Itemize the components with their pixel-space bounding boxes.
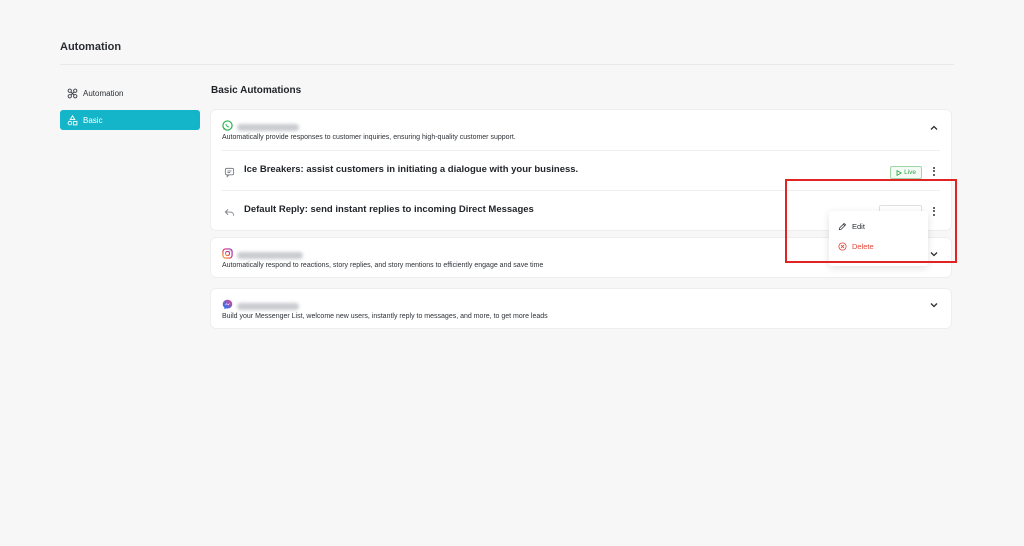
row-title: Ice Breakers: assist customers in initia… <box>244 164 579 175</box>
sidebar-item-automation[interactable]: Automation <box>60 83 200 103</box>
page-title: Automation <box>60 41 122 53</box>
account-name-blurred <box>237 302 299 310</box>
status-label: Live <box>904 169 916 176</box>
card-description: Automatically provide responses to custo… <box>222 134 516 141</box>
shapes-icon <box>66 114 78 126</box>
card-description: Automatically respond to reactions, stor… <box>222 262 544 269</box>
app-shell: Automation Automation Basic Basic Automa… <box>60 0 954 546</box>
highlight-box <box>785 179 957 263</box>
card-description: Build your Messenger List, welcome new u… <box>222 313 548 320</box>
automation-card-messenger: Build your Messenger List, welcome new u… <box>211 289 951 328</box>
sidebar-item-basic[interactable]: Basic <box>60 110 200 130</box>
automation-icon <box>66 87 78 99</box>
reply-icon <box>224 205 236 217</box>
section-title: Basic Automations <box>211 85 302 96</box>
sidebar-item-label: Basic <box>83 115 103 125</box>
live-status-badge: Live <box>890 166 922 179</box>
more-options-icon[interactable] <box>930 164 938 178</box>
play-icon <box>896 169 903 176</box>
chevron-up-icon[interactable] <box>929 120 939 130</box>
account-name-blurred <box>237 123 299 131</box>
row-title: Default Reply: send instant replies to i… <box>244 204 534 215</box>
chevron-down-icon[interactable] <box>929 297 939 308</box>
account-name-blurred <box>237 251 303 259</box>
sidebar-item-label: Automation <box>83 88 124 98</box>
chat-icon <box>224 165 236 178</box>
title-divider <box>60 64 954 65</box>
